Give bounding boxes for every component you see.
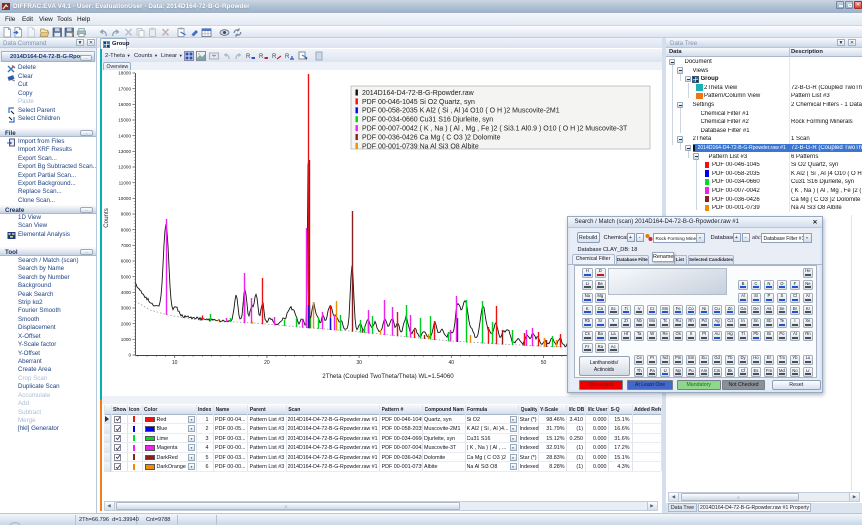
svg-text:PDF 00-058-2035 K Al2 ( Si , A: PDF 00-058-2035 K Al2 ( Si , Al )4 O10 (… <box>362 108 560 115</box>
svg-text:0: 0 <box>128 353 131 358</box>
svg-text:2Theta (Coupled TwoTheta/Theta: 2Theta (Coupled TwoTheta/Theta) WL=1.540… <box>322 373 454 380</box>
svg-text:2014D164-D4-72-B-G-Rpowder.raw: 2014D164-D4-72-B-G-Rpowder.raw <box>362 90 475 97</box>
svg-text:Counts: Counts <box>103 208 110 228</box>
svg-text:5000: 5000 <box>121 274 132 279</box>
svg-text:6000: 6000 <box>121 259 132 264</box>
svg-text:7000: 7000 <box>121 243 132 248</box>
svg-text:1000: 1000 <box>121 337 132 342</box>
svg-text:14000: 14000 <box>118 133 131 138</box>
svg-text:18000: 18000 <box>118 71 131 76</box>
svg-text:▾: ▾ <box>305 56 308 61</box>
svg-text:R: R <box>259 54 264 60</box>
svg-text:R: R <box>246 54 251 60</box>
svg-text:9000: 9000 <box>121 212 132 217</box>
svg-text:11000: 11000 <box>119 180 132 185</box>
svg-text:R: R <box>285 54 290 60</box>
svg-text:40: 40 <box>449 360 455 366</box>
svg-text:2000: 2000 <box>121 321 132 326</box>
svg-text:PDF 00-001-0739 Na Al Si3 O8 A: PDF 00-001-0739 Na Al Si3 O8 Albite <box>362 143 479 150</box>
svg-text:8000: 8000 <box>121 227 132 232</box>
svg-text:15000: 15000 <box>118 118 131 123</box>
svg-text:50: 50 <box>541 360 547 366</box>
svg-text:16000: 16000 <box>118 102 131 107</box>
svg-text:13000: 13000 <box>118 149 131 154</box>
svg-text:30: 30 <box>356 360 362 366</box>
svg-text:3000: 3000 <box>121 306 132 311</box>
svg-text:20: 20 <box>264 360 270 366</box>
svg-text:12000: 12000 <box>118 165 131 170</box>
svg-text:PDF 00-034-0660 Cu31 S16 Djurl: PDF 00-034-0660 Cu31 S16 Djurleite, syn <box>362 117 493 124</box>
svg-text:R: R <box>272 54 277 60</box>
svg-text:17000: 17000 <box>118 86 131 91</box>
svg-text:PDF 00-036-0426 Ca Mg ( C O3 ): PDF 00-036-0426 Ca Mg ( C O3 )2 Dolomite <box>362 134 501 141</box>
svg-text:10000: 10000 <box>118 196 131 201</box>
svg-text:PDF 00-007-0042 ( K , Na ) ( A: PDF 00-007-0042 ( K , Na ) ( Al , Mg , F… <box>362 126 628 133</box>
svg-text:10: 10 <box>172 360 178 366</box>
svg-text:4000: 4000 <box>121 290 132 295</box>
svg-text:PDF 00-046-1045 Si O2 Quartz,: PDF 00-046-1045 Si O2 Quartz, syn <box>362 99 475 106</box>
